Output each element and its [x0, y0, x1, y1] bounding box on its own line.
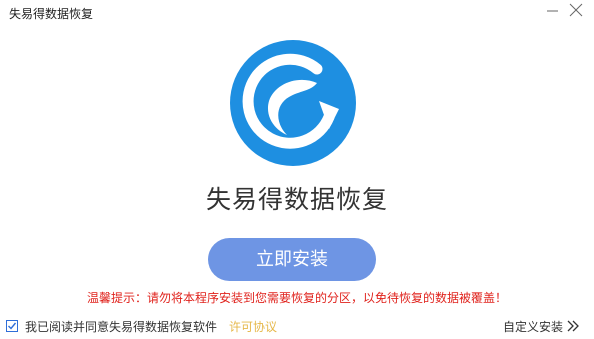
app-logo-refresh-icon — [230, 40, 356, 166]
install-now-button[interactable]: 立即安装 — [208, 238, 376, 281]
agree-checkbox[interactable] — [6, 320, 18, 332]
license-agreement-link[interactable]: 许可协议 — [229, 318, 277, 335]
minimize-button[interactable] — [540, 0, 566, 22]
warning-text: 温馨提示：请勿将本程序安装到您需要恢复的分区，以免待恢复的数据被覆盖！ — [86, 291, 507, 305]
minimize-icon — [547, 10, 558, 12]
custom-install-link[interactable]: 自定义安装 — [503, 318, 580, 334]
agree-label: 我已阅读并同意失易得数据恢复软件 — [25, 319, 218, 334]
custom-install-label: 自定义安装 — [502, 319, 563, 334]
app-name: 失易得数据恢复 — [205, 185, 388, 214]
double-chevron-right-icon — [567, 320, 579, 332]
app-logo — [229, 39, 357, 167]
check-icon — [8, 322, 17, 330]
window-title: 失易得数据恢复 — [9, 7, 94, 21]
installer-window: 失易得数据恢复 失易得数据恢复 立即安装 温馨提示：请勿将本程序安装到您需要恢复… — [0, 0, 594, 339]
close-button[interactable] — [564, 0, 590, 22]
agreement-row: 我已阅读并同意失易得数据恢复软件 许可协议 — [6, 318, 277, 334]
close-icon — [569, 3, 583, 17]
